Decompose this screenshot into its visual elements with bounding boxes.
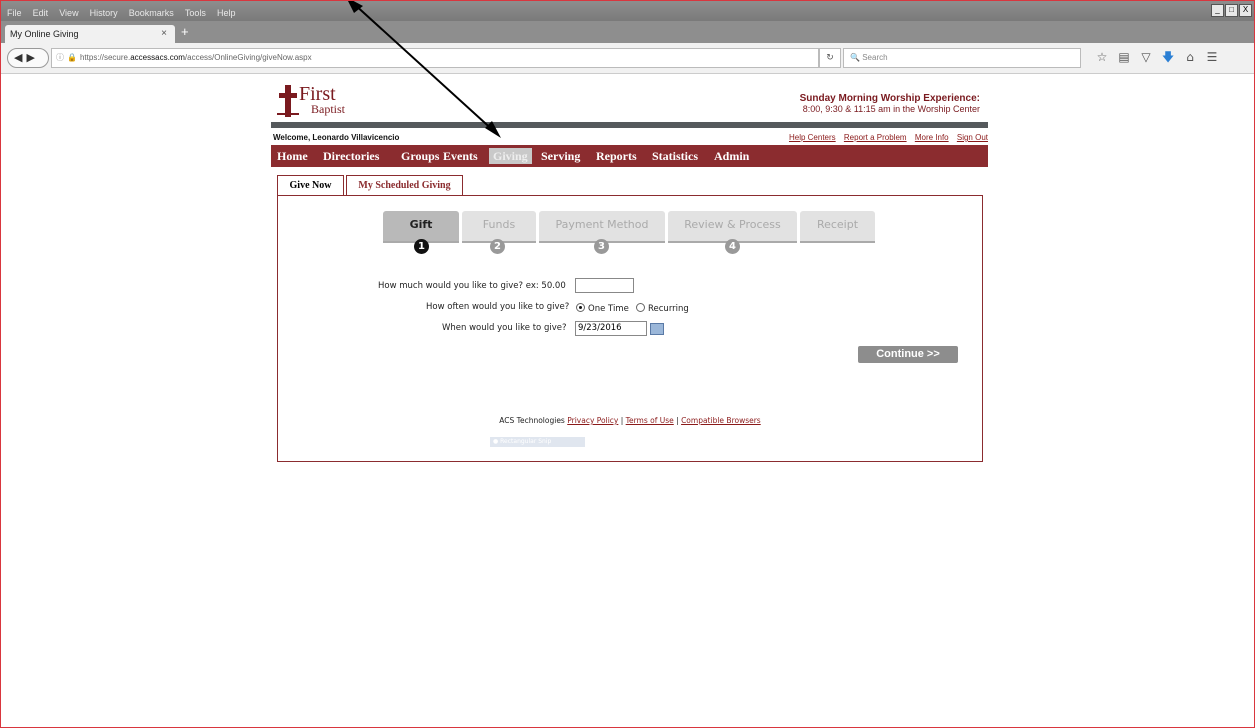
browser-window: File Edit View History Bookmarks Tools H… xyxy=(0,0,1255,728)
annotation-arrow xyxy=(348,1,501,138)
